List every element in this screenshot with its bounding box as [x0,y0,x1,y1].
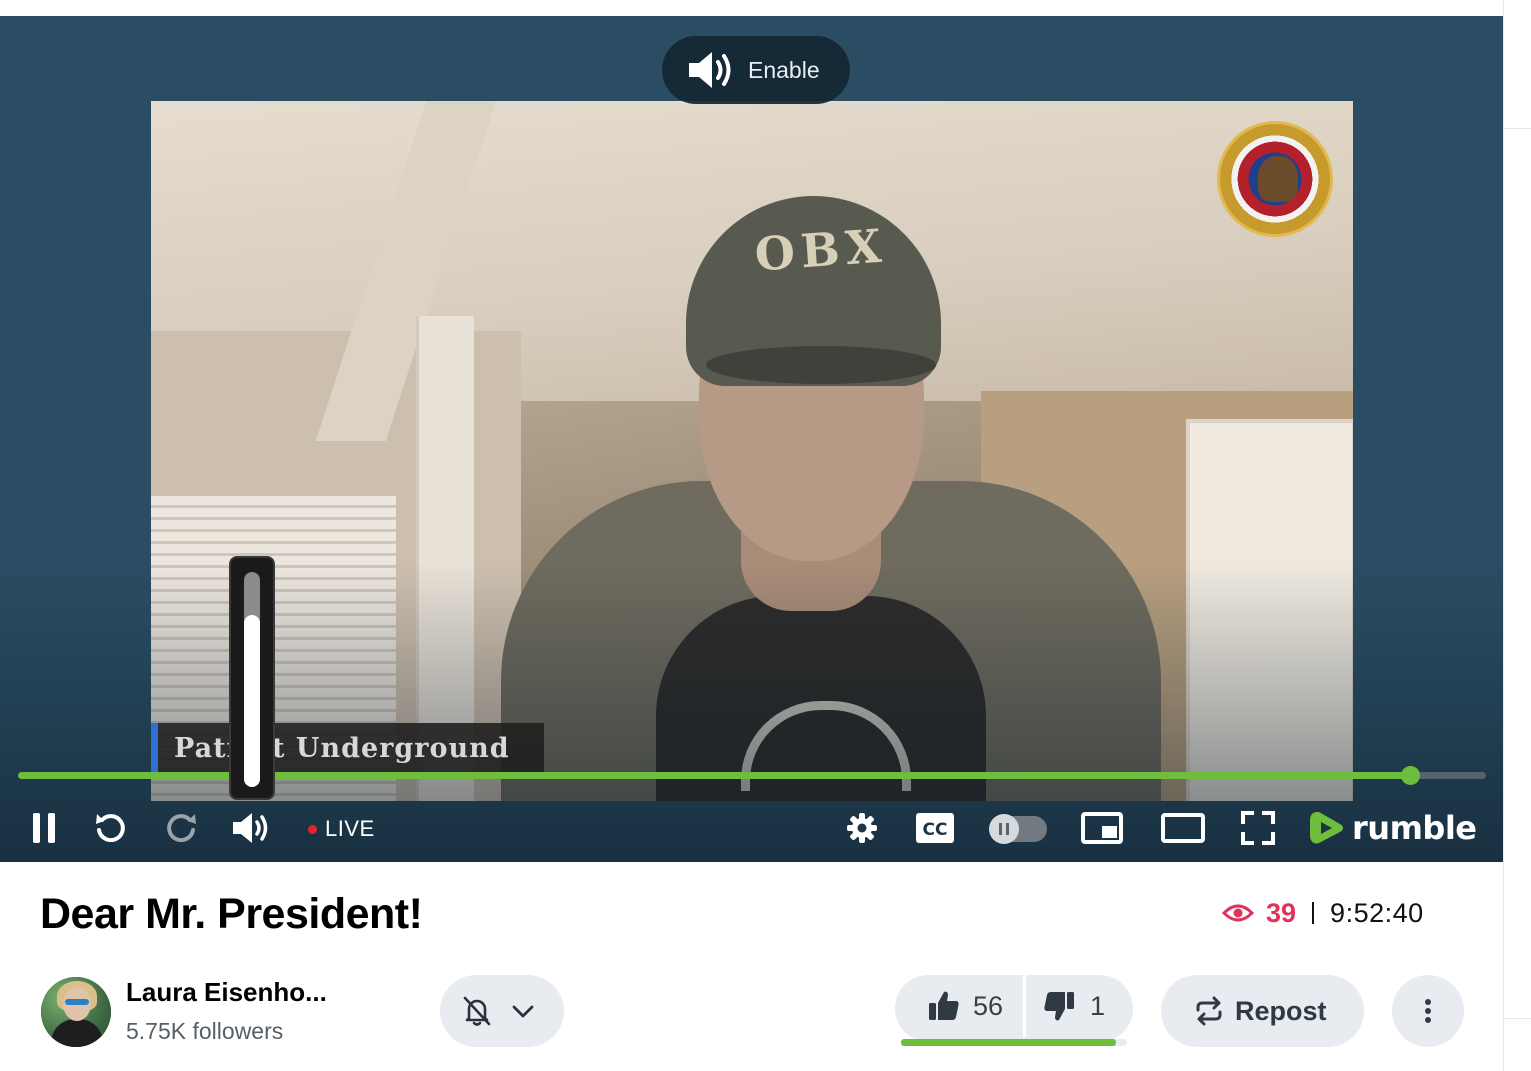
rewind-icon [96,814,125,843]
rumble-logo[interactable]: rumble [1308,806,1477,850]
speaker-icon [689,52,731,88]
lower-third-text: Patriot Underground [174,733,510,764]
vote-ratio-bar [901,1039,1127,1046]
view-count: 39 [1266,897,1297,928]
channel-name[interactable]: Laura Eisenho... [126,977,327,1008]
cc-icon: CC [916,813,954,843]
pip-button[interactable] [1080,806,1124,850]
volume-level [244,615,260,787]
forward-button[interactable] [162,806,202,850]
cap-text: OBX [752,218,890,282]
lower-third-caption: Patriot Underground [151,723,544,775]
enable-sound-button[interactable]: Enable [662,36,850,104]
volume-button[interactable] [229,806,275,850]
more-vertical-icon [1425,999,1431,1023]
live-dot [308,824,317,834]
repost-icon [1196,996,1222,1026]
like-button[interactable]: 56 [895,975,1023,1037]
enable-label: Enable [748,56,820,83]
video-player[interactable]: OBX Patriot Underground Enable LIVE CC r… [0,16,1503,862]
repost-button[interactable]: Repost [1161,975,1364,1047]
pause-button[interactable] [28,806,60,850]
divider [1504,1018,1531,1019]
rewind-button[interactable] [90,806,130,850]
progress-fill [18,772,1410,779]
settings-button[interactable] [843,806,881,850]
meta-separator [1312,902,1315,924]
video-page: OBX Patriot Underground Enable LIVE CC r… [0,0,1531,1071]
divider [1504,128,1531,129]
pause-icon [33,813,55,843]
forward-icon [167,814,196,843]
video-title: Dear Mr. President! [40,890,423,938]
volume-popup[interactable] [229,556,275,800]
channel-avatar[interactable] [41,977,111,1047]
svg-text:CC: CC [923,820,948,840]
toggle-knob [989,814,1019,844]
video-duration: 9:52:40 [1330,897,1424,928]
theater-button[interactable] [1160,806,1206,850]
bell-off-icon [463,996,491,1026]
rumble-wordmark: rumble [1352,809,1477,847]
like-count: 56 [973,990,1004,1021]
live-indicator: LIVE [308,816,375,842]
cap-brim [706,346,936,384]
chevron-down-icon [512,1005,534,1018]
player-controls: LIVE CC rumble [0,806,1503,850]
eye-icon [1222,904,1254,922]
pip-icon [1081,812,1123,844]
scene-door [1186,419,1353,801]
video-meta: 39 9:52:40 [1222,896,1424,930]
autoplay-toggle[interactable] [989,814,1047,844]
captions-button[interactable]: CC [914,806,956,850]
volume-slider[interactable] [244,572,260,787]
video-frame[interactable]: OBX [151,101,1353,801]
rumble-play-icon [1310,812,1343,844]
follower-count: 5.75K followers [126,1018,284,1044]
notifications-button[interactable] [440,975,564,1047]
live-label: LIVE [325,816,375,841]
volume-icon [233,813,268,843]
fullscreen-button[interactable] [1238,806,1278,850]
eagle-icon [1258,156,1298,202]
thumbs-down-icon [1044,992,1074,1021]
dislike-button[interactable]: 1 [1026,975,1133,1037]
progress-knob[interactable] [1400,766,1420,785]
fullscreen-icon [1241,811,1275,845]
theater-icon [1161,813,1205,843]
right-gutter [1503,0,1531,1071]
more-options-button[interactable] [1392,975,1464,1047]
channel-seal-logo [1217,121,1333,237]
vote-ratio-fill [901,1039,1116,1046]
repost-label: Repost [1235,995,1327,1026]
vote-buttons: 56 1 [895,975,1133,1042]
dislike-count: 1 [1090,990,1106,1021]
gear-icon [847,813,877,843]
thumbs-up-icon [929,991,959,1020]
